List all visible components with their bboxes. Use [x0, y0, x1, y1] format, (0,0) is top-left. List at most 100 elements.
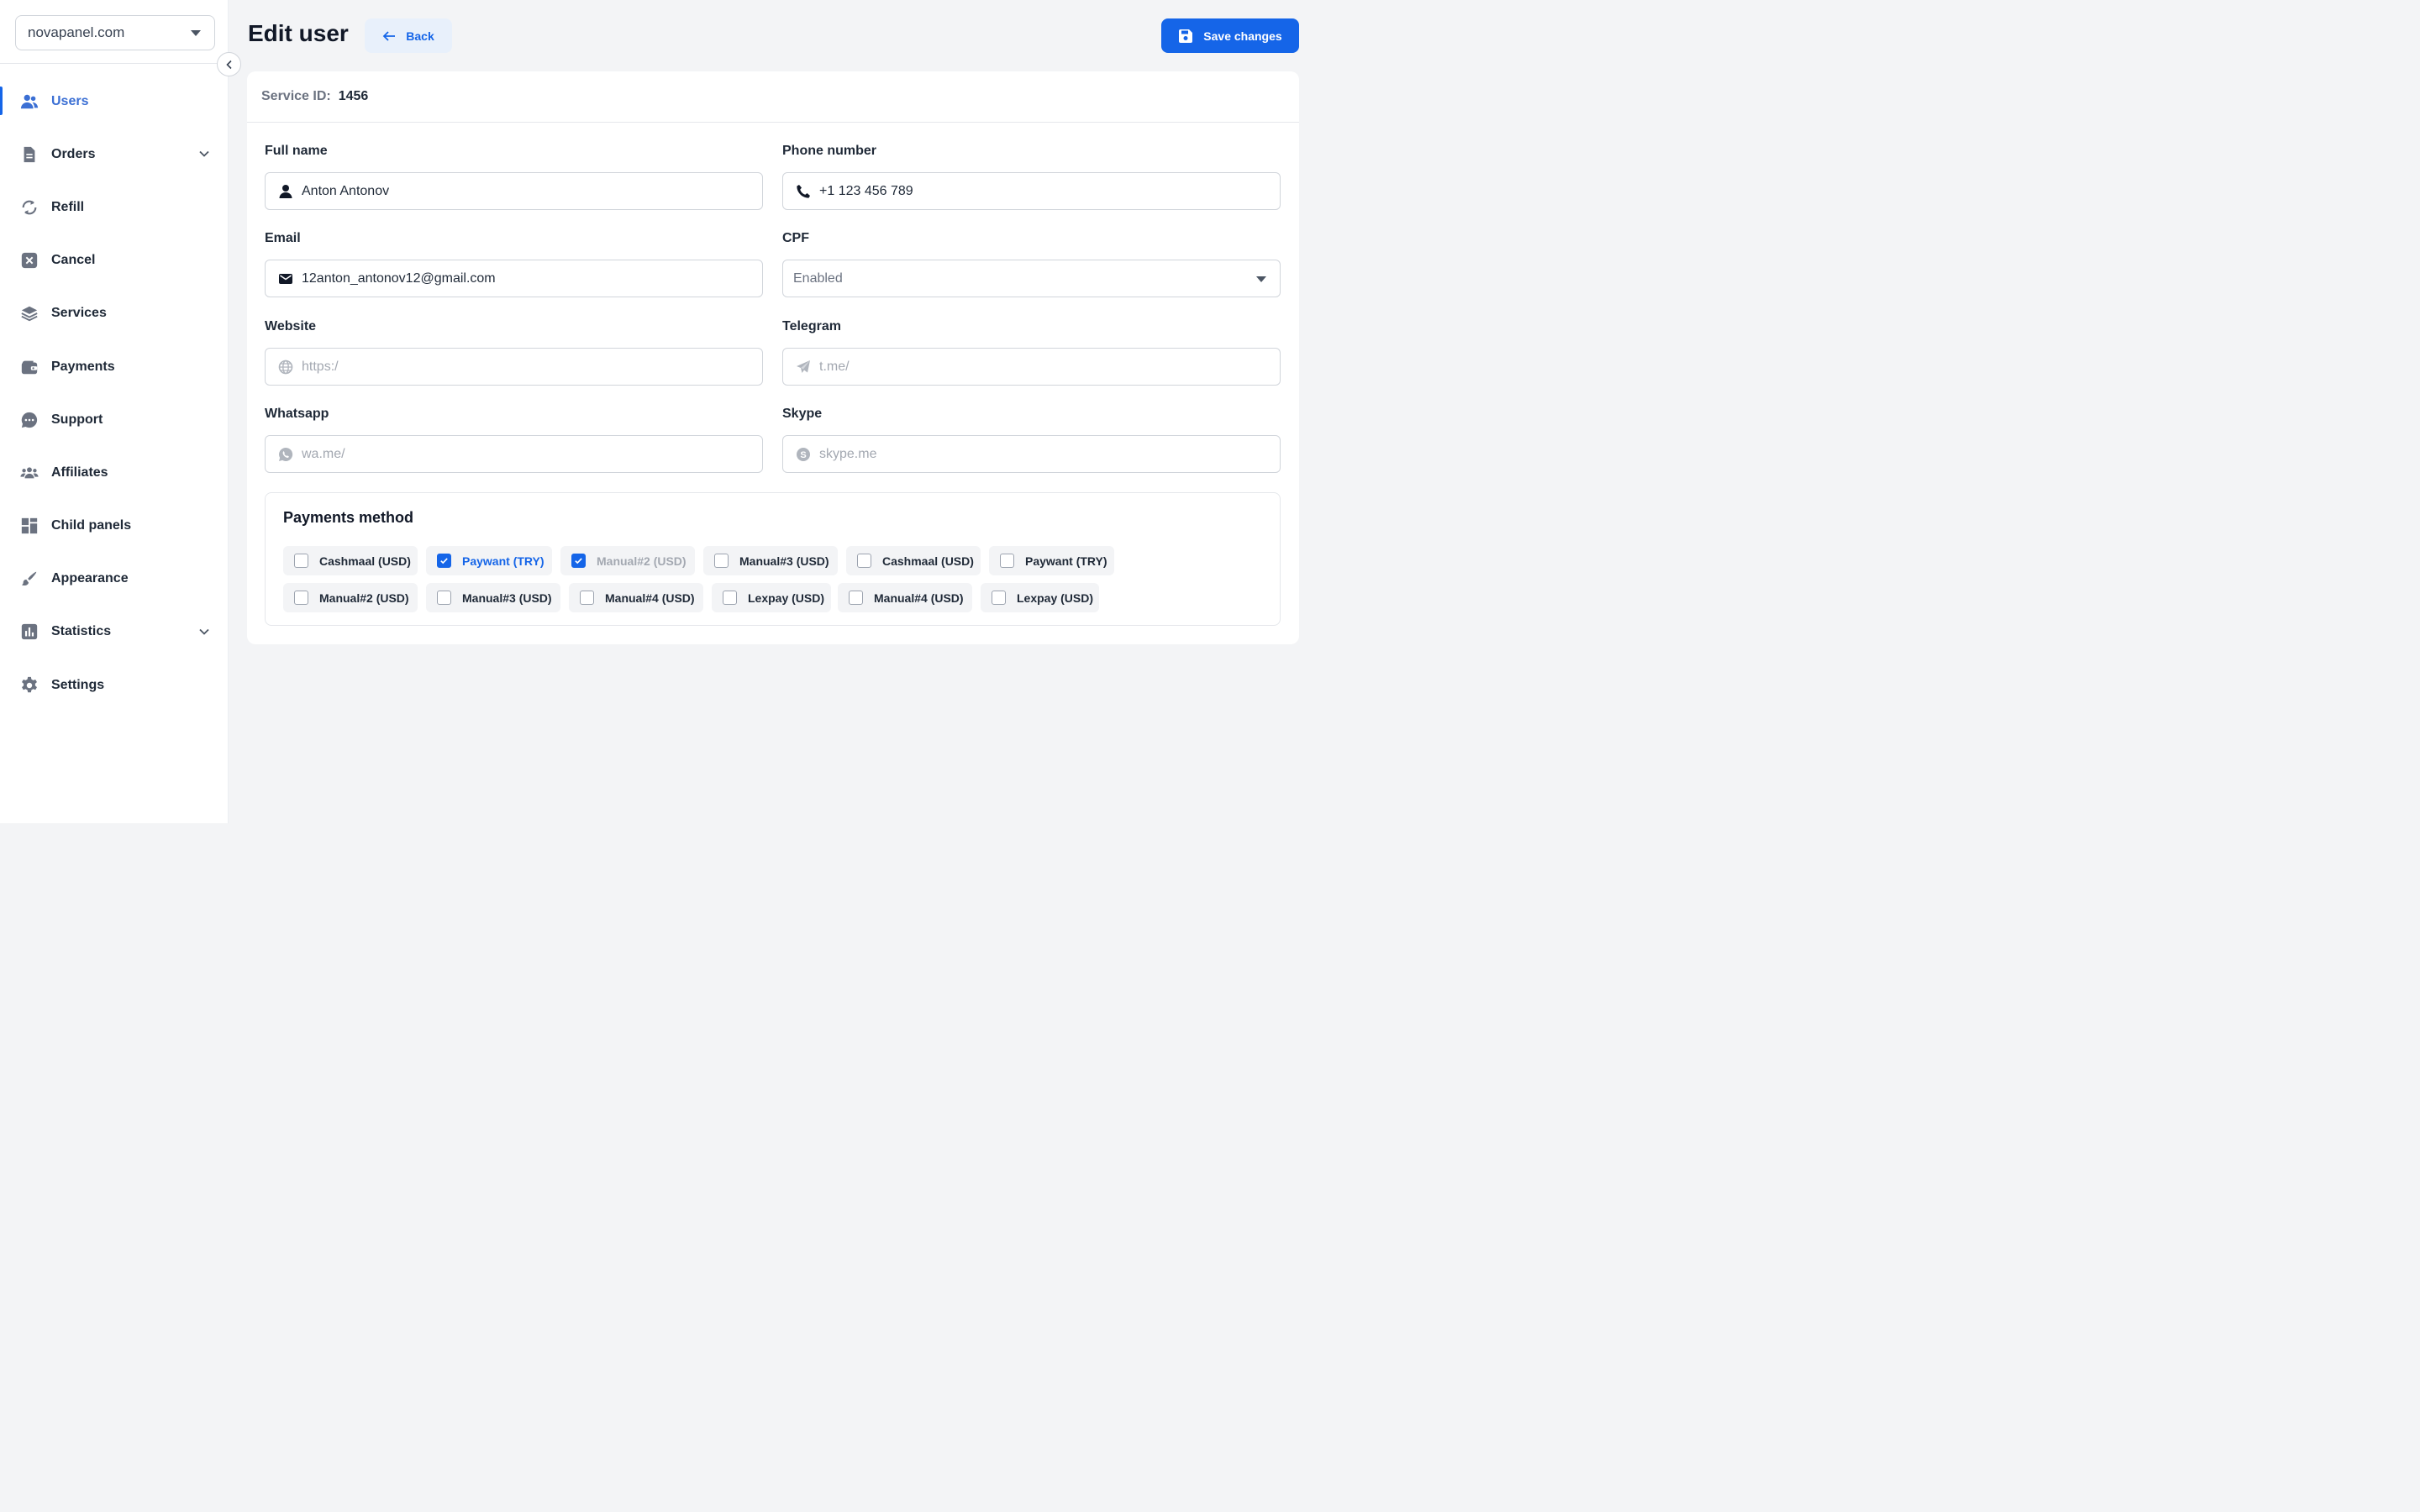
payment-method-option[interactable]: Manual#4 (USD) [569, 583, 703, 612]
sidebar-item-label: Support [51, 412, 103, 427]
svg-text:S: S [800, 450, 806, 460]
checkbox[interactable] [992, 591, 1006, 605]
whatsapp-placeholder: wa.me/ [302, 446, 345, 461]
payment-method-option[interactable]: Paywant (TRY) [989, 546, 1114, 575]
payment-method-option[interactable]: Manual#4 (USD) [838, 583, 972, 612]
sidebar-item-affiliates[interactable]: Affiliates [0, 446, 229, 499]
whatsapp-input[interactable]: wa.me/ [265, 435, 763, 473]
checkbox[interactable] [723, 591, 737, 605]
payment-method-label: Manual#3 (USD) [462, 591, 552, 605]
sidebar-item-settings[interactable]: Settings [0, 659, 229, 711]
gear-icon [20, 676, 39, 695]
full-name-label: Full name [265, 144, 328, 158]
checkbox[interactable] [294, 591, 308, 605]
website-input[interactable]: https:/ [265, 348, 763, 386]
sidebar-item-label: Orders [51, 146, 96, 161]
sidebar-item-label: Settings [51, 677, 105, 692]
chart-icon [20, 622, 39, 641]
skype-placeholder: skype.me [819, 446, 877, 461]
checkbox[interactable] [437, 591, 451, 605]
sidebar-item-refill[interactable]: Refill [0, 181, 229, 234]
checkmark-icon [440, 558, 448, 564]
sidebar-item-services[interactable]: Services [0, 287, 229, 340]
save-changes-button[interactable]: Save changes [1161, 18, 1299, 53]
payment-method-label: Manual#4 (USD) [605, 591, 695, 605]
sidebar-collapse-button[interactable] [217, 52, 241, 76]
website-placeholder: https:/ [302, 359, 339, 374]
payment-method-option[interactable]: Lexpay (USD) [981, 583, 1099, 612]
payment-method-label: Paywant (TRY) [1025, 554, 1107, 568]
page-title: Edit user [248, 20, 349, 46]
cpf-select[interactable]: Enabled [782, 260, 1281, 297]
domain-select[interactable]: novapanel.com [15, 15, 215, 50]
telegram-label: Telegram [782, 319, 841, 333]
sidebar-item-support[interactable]: Support [0, 393, 229, 446]
sidebar-item-payments[interactable]: Payments [0, 340, 229, 393]
checkbox-checked[interactable] [571, 554, 586, 568]
edit-user-card: Service ID: 1456 Full name Anton Antonov… [247, 71, 1299, 644]
sidebar-item-label: Cancel [51, 253, 96, 268]
checkbox[interactable] [1000, 554, 1014, 568]
envelope-icon [277, 270, 294, 287]
back-button[interactable]: Back [365, 18, 452, 53]
payment-method-label: Lexpay (USD) [748, 591, 825, 605]
checkbox[interactable] [294, 554, 308, 568]
floppy-disk-icon [1179, 29, 1193, 43]
sidebar-item-cancel[interactable]: Cancel [0, 234, 229, 287]
payment-method-option[interactable]: Cashmaal (USD) [283, 546, 418, 575]
skype-input[interactable]: S skype.me [782, 435, 1281, 473]
checkmark-icon [575, 558, 582, 564]
cancel-icon [20, 251, 39, 270]
payment-method-label: Cashmaal (USD) [882, 554, 974, 568]
full-name-input[interactable]: Anton Antonov [265, 172, 763, 210]
sidebar-item-label: Affiliates [51, 465, 108, 480]
service-id-row: Service ID: 1456 [247, 71, 1299, 123]
sidebar-item-label: Child panels [51, 518, 132, 533]
payment-method-option[interactable]: Manual#3 (USD) [426, 583, 560, 612]
payment-method-label: Paywant (TRY) [462, 554, 544, 568]
chevron-down-icon [199, 628, 209, 635]
checkbox[interactable] [580, 591, 594, 605]
sidebar-item-label: Appearance [51, 571, 129, 586]
cpf-select-value: Enabled [793, 270, 843, 286]
sidebar-item-orders[interactable]: Orders [0, 128, 229, 181]
payment-method-label: Manual#2 (USD) [597, 554, 687, 568]
checkbox[interactable] [714, 554, 729, 568]
service-id-value: 1456 [338, 89, 369, 103]
phone-number-input[interactable]: +1 123 456 789 [782, 172, 1281, 210]
paper-plane-icon [795, 359, 812, 375]
payment-method-option[interactable]: Manual#2 (USD) [560, 546, 695, 575]
skype-label: Skype [782, 407, 823, 421]
domain-select-value: novapanel.com [28, 24, 125, 40]
chat-icon [20, 411, 39, 429]
caret-down-icon [1256, 276, 1266, 282]
sidebar-item-label: Refill [51, 199, 85, 214]
payment-method-option[interactable]: Cashmaal (USD) [846, 546, 981, 575]
payment-method-option[interactable]: Manual#3 (USD) [703, 546, 838, 575]
email-input[interactable]: 12anton_antonov12@gmail.com [265, 260, 763, 297]
whatsapp-label: Whatsapp [265, 407, 329, 421]
sidebar-item-label: Services [51, 306, 107, 321]
group-icon [20, 464, 39, 482]
sidebar-item-appearance[interactable]: Appearance [0, 553, 229, 606]
user-icon [277, 183, 294, 200]
payment-method-option[interactable]: Lexpay (USD) [712, 583, 831, 612]
chevron-down-icon [199, 151, 209, 157]
brush-icon [20, 570, 39, 588]
payments-method-title: Payments method [283, 509, 414, 526]
sidebar-nav: Users Orders Refill Cancel Services Paym… [0, 75, 229, 711]
checkbox-checked[interactable] [437, 554, 451, 568]
document-icon [20, 145, 39, 164]
users-icon [20, 92, 39, 111]
sidebar-item-statistics[interactable]: Statistics [0, 606, 229, 659]
payment-method-option[interactable]: Paywant (TRY) [426, 546, 552, 575]
telegram-input[interactable]: t.me/ [782, 348, 1281, 386]
checkbox[interactable] [849, 591, 863, 605]
checkbox[interactable] [857, 554, 871, 568]
sidebar-item-users[interactable]: Users [0, 75, 229, 128]
payment-method-option[interactable]: Manual#2 (USD) [283, 583, 418, 612]
layers-icon [20, 304, 39, 323]
sidebar-item-child-panels[interactable]: Child panels [0, 500, 229, 553]
email-value: 12anton_antonov12@gmail.com [302, 270, 496, 286]
cpf-label: CPF [782, 231, 809, 245]
